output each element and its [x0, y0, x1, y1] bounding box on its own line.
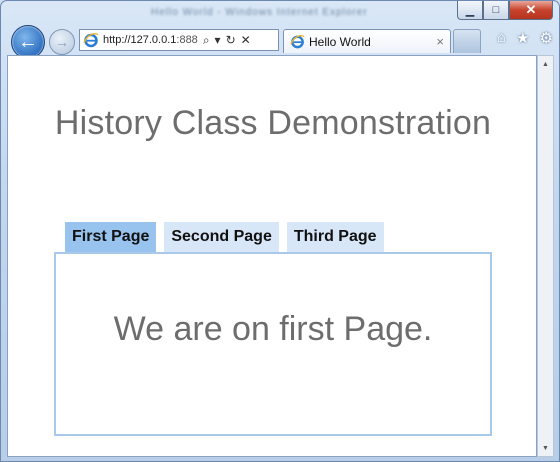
toolbar-icons: ⌂ ★ ⚙: [497, 29, 553, 47]
stop-icon[interactable]: ✕: [241, 33, 251, 48]
maximize-button[interactable]: □: [483, 1, 509, 20]
window-controls: ▁ □ ✕: [457, 1, 553, 20]
home-icon[interactable]: ⌂: [497, 29, 506, 47]
ie-logo-icon: [83, 33, 99, 48]
gear-icon[interactable]: ⚙: [540, 29, 553, 47]
page-tab-bar: First Page Second Page Third Page: [65, 222, 384, 252]
address-url[interactable]: http://127.0.0.1:888: [103, 34, 198, 46]
favorites-star-icon[interactable]: ★: [516, 29, 529, 47]
window-title: Hello World - Windows Internet Explorer: [151, 7, 368, 18]
close-tab-icon[interactable]: ×: [436, 34, 444, 49]
tab-first-page[interactable]: First Page: [65, 222, 157, 252]
page-title: History Class Demonstration: [54, 104, 492, 142]
address-bar[interactable]: http://127.0.0.1:888 ⌕ ▾ ↻ ✕: [79, 29, 279, 51]
search-icon[interactable]: ⌕: [203, 33, 210, 48]
back-button[interactable]: ←: [11, 25, 45, 59]
browser-window: Hello World - Windows Internet Explorer …: [0, 0, 560, 462]
new-tab-button[interactable]: [453, 29, 481, 53]
url-host: http://127.0.0.1: [103, 34, 177, 46]
browser-tab[interactable]: Hello World ×: [283, 29, 451, 53]
tab-second-page[interactable]: Second Page: [164, 222, 279, 252]
tab-content-panel: We are on first Page.: [54, 252, 492, 436]
scroll-up-icon[interactable]: ▲: [538, 56, 553, 72]
panel-message: We are on first Page.: [113, 310, 433, 348]
url-port: :888: [176, 34, 198, 46]
vertical-scrollbar[interactable]: ▲ ▼: [537, 55, 554, 457]
close-window-button[interactable]: ✕: [509, 1, 553, 20]
ie-logo-icon: [290, 34, 305, 49]
tab-title: Hello World: [309, 34, 371, 49]
address-controls: ⌕ ▾ ↻ ✕: [203, 33, 251, 48]
page-viewport: History Class Demonstration First Page S…: [7, 55, 537, 457]
tab-third-page[interactable]: Third Page: [286, 222, 384, 252]
scroll-down-icon[interactable]: ▼: [538, 440, 553, 456]
minimize-button[interactable]: ▁: [457, 1, 483, 20]
forward-button[interactable]: →: [49, 29, 75, 55]
refresh-icon[interactable]: ↻: [226, 33, 236, 48]
chevron-down-icon[interactable]: ▾: [215, 33, 221, 48]
